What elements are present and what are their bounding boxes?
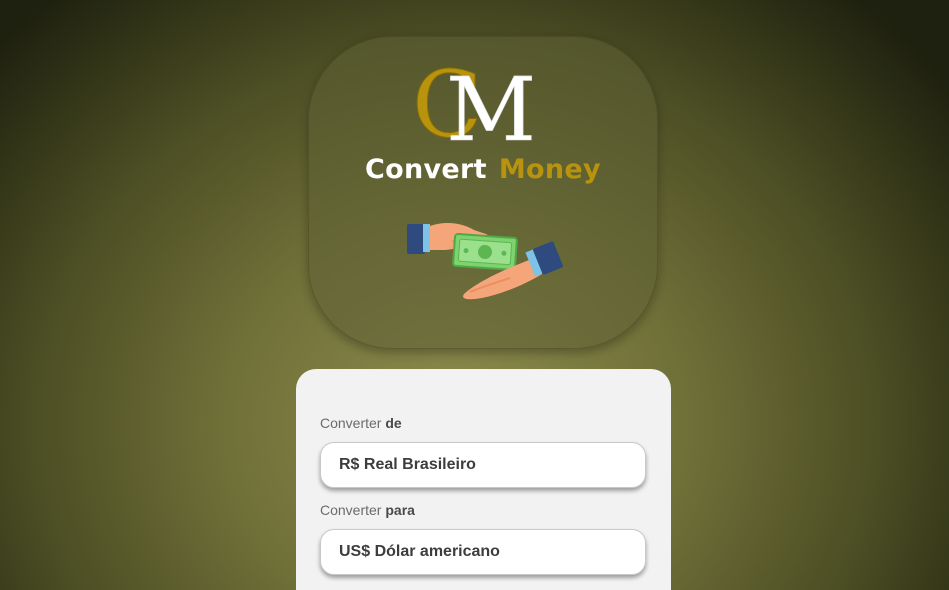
brand-word-convert: Convert xyxy=(365,154,487,185)
currency-to-select[interactable]: US$ Dólar americano xyxy=(320,529,646,575)
convert-to-label-text: Converter xyxy=(320,502,382,518)
convert-to-label-strong: para xyxy=(385,502,415,518)
convert-from-label-text: Converter xyxy=(320,415,382,431)
hands-exchanging-money-icon xyxy=(407,223,563,300)
convert-from-label: Converter de xyxy=(320,415,402,431)
brand-area: Convert Money xyxy=(308,0,658,200)
convert-to-label: Converter para xyxy=(320,502,415,518)
brand-word-money: Money xyxy=(498,154,601,185)
converter-form: Converter de R$ Real Brasileiro Converte… xyxy=(296,369,671,590)
convert-from-label-strong: de xyxy=(385,415,402,431)
brand-name: Convert Money xyxy=(308,154,658,185)
currency-from-select[interactable]: R$ Real Brasileiro xyxy=(320,442,646,488)
currency-to-value: US$ Dólar americano xyxy=(339,543,500,560)
currency-from-value: R$ Real Brasileiro xyxy=(339,456,476,473)
